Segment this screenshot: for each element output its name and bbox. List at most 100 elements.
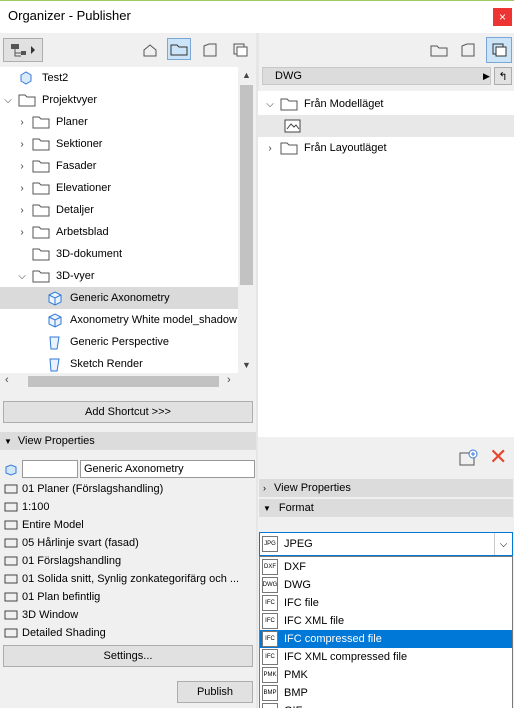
tree-item-label: Projektvyer xyxy=(42,94,98,106)
layout-book-tab[interactable] xyxy=(198,39,222,61)
view-property-value: 01 Solida snitt, Synlig zonkategorifärg … xyxy=(22,573,240,585)
path-arrow-icon[interactable]: ▶ xyxy=(483,67,490,85)
tree-item-label: Generic Perspective xyxy=(70,336,170,348)
expand-arrow-icon: › xyxy=(263,483,266,493)
scroll-left-arrow-icon[interactable]: ‹ xyxy=(5,374,9,386)
chevron-icon[interactable]: ⌵ xyxy=(2,95,14,106)
views-icon xyxy=(170,44,188,56)
up-level-button[interactable]: ↰ xyxy=(494,67,512,85)
chevron-icon[interactable]: ⌵ xyxy=(16,271,28,282)
tree-horizontal-scrollbar[interactable]: ‹ › xyxy=(0,373,238,390)
format-option[interactable]: GIFGIF xyxy=(260,702,512,708)
tree-item[interactable]: Axonometry White model_shadow xyxy=(0,309,238,331)
window-title: Organizer - Publisher xyxy=(8,8,131,23)
chevron-icon[interactable]: › xyxy=(16,139,28,150)
perspective-view-icon xyxy=(46,335,64,350)
folder-icon xyxy=(18,93,36,107)
publish-button[interactable]: Publish xyxy=(177,681,253,703)
view-properties-label: View Properties xyxy=(17,435,95,447)
publisher-icon xyxy=(233,43,248,57)
file-type-icon: IFC xyxy=(262,631,278,647)
view-name-input[interactable] xyxy=(80,460,255,478)
chevron-icon[interactable]: ⌵ xyxy=(264,99,276,110)
publisher-sets-tab[interactable] xyxy=(228,39,252,61)
right-publisher-tab[interactable] xyxy=(486,37,512,63)
view-properties-header[interactable]: ▼ View Properties xyxy=(0,432,257,450)
right-layout-book-tab[interactable] xyxy=(456,39,480,61)
h-scrollbar-thumb[interactable] xyxy=(28,376,219,387)
format-option-label: IFC XML file xyxy=(284,615,345,627)
scroll-up-arrow-icon[interactable]: ▲ xyxy=(242,70,251,80)
publisher-set-path[interactable]: DWG xyxy=(262,67,491,85)
chevron-icon[interactable]: › xyxy=(264,143,276,154)
format-select[interactable]: JPG JPEG ⌵ xyxy=(259,532,513,556)
format-option-label: IFC compressed file xyxy=(284,633,382,645)
layers-icon xyxy=(4,483,18,495)
file-type-icon: IFC xyxy=(262,613,278,629)
tree-item-label: Generic Axonometry xyxy=(70,292,170,304)
format-option[interactable]: IFC IFC XML compressed file xyxy=(260,648,512,666)
tree-item[interactable]: Generic Axonometry xyxy=(0,287,238,309)
format-option[interactable]: BMP BMP xyxy=(260,684,512,702)
chevron-icon[interactable]: › xyxy=(16,183,28,194)
tree-item[interactable]: Test2 xyxy=(0,67,238,89)
tree-item[interactable]: › Arbetsblad xyxy=(0,221,238,243)
chevron-down-icon[interactable]: ⌵ xyxy=(494,533,512,555)
chevron-icon[interactable]: › xyxy=(16,205,28,216)
right-view-map-tab[interactable] xyxy=(427,39,451,61)
folder-icon xyxy=(32,159,50,173)
chevron-icon[interactable]: › xyxy=(16,161,28,172)
tree-item[interactable]: › Planer xyxy=(0,111,238,133)
chevron-icon[interactable]: › xyxy=(16,117,28,128)
format-dropdown-list: DXF DXF DWG DWG IFC IFC file IFC IFC XML file IF… xyxy=(259,556,513,708)
tree-item[interactable]: ⌵ 3D-vyer xyxy=(0,265,238,287)
format-option[interactable]: DWG DWG xyxy=(260,576,512,594)
shading-icon xyxy=(4,627,18,639)
format-option[interactable]: IFC IFC compressed file xyxy=(260,630,512,648)
layout-icon xyxy=(461,43,475,57)
view-property-row: Detailed Shading xyxy=(4,624,106,642)
project-map-menu-button[interactable] xyxy=(3,38,43,62)
tree-item[interactable]: Sketch Render xyxy=(0,353,238,375)
add-shortcut-button[interactable]: Add Shortcut >>> xyxy=(3,401,253,423)
format-option[interactable]: PMK PMK xyxy=(260,666,512,684)
axonometry-view-icon xyxy=(46,313,64,328)
project-root-icon xyxy=(18,71,36,85)
publisher-tree: ⌵ Från Modelläget › Från Layoutläget xyxy=(258,91,514,437)
settings-button[interactable]: Settings... xyxy=(3,645,253,667)
scroll-down-arrow-icon[interactable]: ▼ xyxy=(242,360,251,370)
tree-item[interactable]: › Fasader xyxy=(0,155,238,177)
tree-item[interactable]: › Detaljer xyxy=(0,199,238,221)
format-header[interactable]: ▼ Format xyxy=(259,499,513,517)
view-id-input[interactable] xyxy=(22,460,78,478)
scrollbar-thumb[interactable] xyxy=(240,85,253,285)
tree-item-label: Elevationer xyxy=(56,182,112,194)
scroll-right-arrow-icon[interactable]: › xyxy=(227,374,231,386)
delete-icon[interactable]: ✕ xyxy=(489,446,507,468)
view-property-row: 01 Plan befintlig xyxy=(4,588,100,606)
tree-vertical-scrollbar[interactable]: ▲ ▼ xyxy=(238,67,256,373)
view-cube-icon xyxy=(4,463,18,480)
view-property-value: 01 Förslagshandling xyxy=(22,555,122,567)
view-property-value: 01 Plan befintlig xyxy=(22,591,101,603)
view-property-row: Entire Model xyxy=(4,516,84,534)
publisher-folder[interactable]: ⌵ Från Modelläget xyxy=(258,93,514,115)
close-button[interactable]: × xyxy=(493,8,512,26)
format-option[interactable]: IFC IFC file xyxy=(260,594,512,612)
project-map-tab[interactable] xyxy=(138,39,162,61)
chevron-icon[interactable]: › xyxy=(16,227,28,238)
format-option[interactable]: DXF DXF xyxy=(260,558,512,576)
tree-item[interactable]: › Sektioner xyxy=(0,133,238,155)
publisher-folder[interactable]: › Från Layoutläget xyxy=(258,137,514,159)
new-publisher-item-icon[interactable] xyxy=(459,449,479,470)
publisher-item[interactable] xyxy=(258,115,514,137)
file-type-icon: IFC xyxy=(262,595,278,611)
view-property-row: 05 Hårlinje svart (fasad) xyxy=(4,534,139,552)
tree-item[interactable]: Generic Perspective xyxy=(0,331,238,353)
format-option[interactable]: IFC IFC XML file xyxy=(260,612,512,630)
tree-item[interactable]: ⌵ Projektvyer xyxy=(0,89,238,111)
view-map-tab[interactable] xyxy=(167,38,191,60)
tree-item[interactable]: › Elevationer xyxy=(0,177,238,199)
right-view-properties-header[interactable]: › View Properties xyxy=(259,479,513,497)
tree-item[interactable]: 3D-dokument xyxy=(0,243,238,265)
